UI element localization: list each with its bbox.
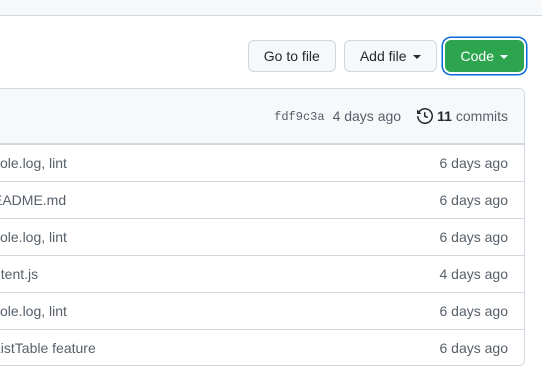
commits-history-link[interactable]: 11 commits: [417, 108, 508, 124]
commits-label: commits: [455, 108, 508, 124]
caret-down-icon: [500, 54, 508, 59]
go-to-file-label: Go to file: [263, 48, 320, 64]
file-row: sole.log, lint 6 days ago: [0, 218, 524, 255]
add-file-label: Add file: [359, 48, 407, 64]
file-row: sole.log, lint 6 days ago: [0, 144, 524, 181]
file-row: ntent.js 4 days ago: [0, 255, 524, 292]
commit-time-link[interactable]: 4 days ago: [333, 108, 402, 124]
commit-date: 6 days ago: [439, 303, 509, 319]
latest-commit-header: fdf9c3a 4 days ago 11 commits: [0, 89, 524, 144]
file-list-box: fdf9c3a 4 days ago 11 commits sole.log, …: [0, 88, 525, 366]
commit-message-link[interactable]: ntent.js: [0, 266, 38, 282]
go-to-file-button[interactable]: Go to file: [247, 40, 336, 72]
commit-sha-link[interactable]: fdf9c3a: [274, 110, 324, 124]
commit-date: 6 days ago: [439, 155, 509, 171]
file-row: ListTable feature 6 days ago: [0, 329, 524, 365]
code-label: Code: [460, 48, 494, 64]
commit-message-link[interactable]: sole.log, lint: [0, 229, 67, 245]
commit-date: 4 days ago: [439, 266, 509, 282]
file-row: EADME.md 6 days ago: [0, 181, 524, 218]
add-file-button[interactable]: Add file: [343, 40, 437, 72]
commit-message-link[interactable]: sole.log, lint: [0, 155, 67, 171]
commit-date: 6 days ago: [439, 192, 509, 208]
commit-message-link[interactable]: ListTable feature: [0, 340, 96, 356]
history-icon: [417, 108, 433, 124]
code-button[interactable]: Code: [444, 40, 524, 72]
commit-date: 6 days ago: [439, 229, 509, 245]
commit-message-link[interactable]: sole.log, lint: [0, 303, 67, 319]
commit-date: 6 days ago: [439, 340, 509, 356]
top-bar: [0, 0, 542, 16]
file-row: sole.log, lint 6 days ago: [0, 292, 524, 329]
commit-count: 11: [437, 108, 452, 124]
caret-down-icon: [412, 54, 421, 59]
commit-message-link[interactable]: EADME.md: [0, 192, 66, 208]
repo-toolbar: Go to file Add file Code: [247, 40, 524, 72]
